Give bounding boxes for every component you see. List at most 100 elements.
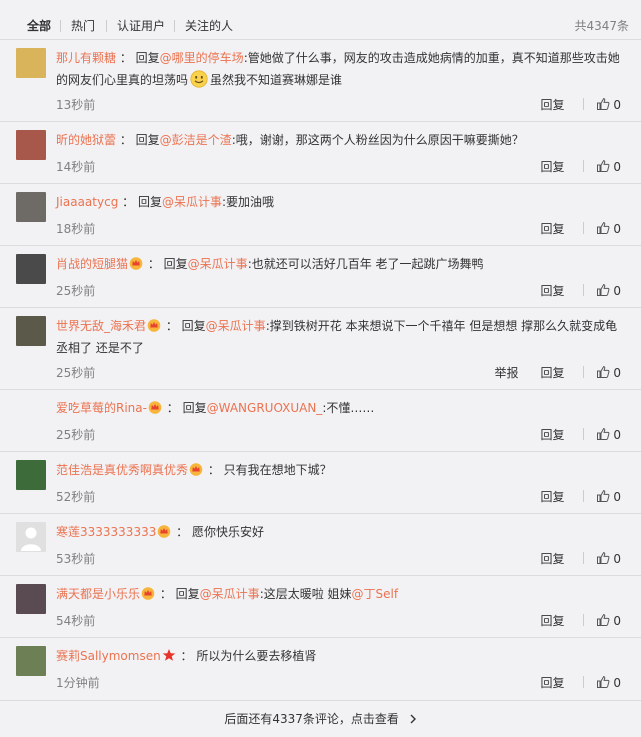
crown-badge-icon[interactable] [141,585,155,600]
like-count: 0 [613,490,621,504]
chevron-right-icon [410,714,416,724]
thumbs-up-icon [596,490,610,504]
comment-timestamp: 25秒前 [56,428,96,442]
comment-text: 满天都是小乐乐 ： 回复@呆瓜计事:这层太暖啦 姐妹@丁Self [56,583,625,605]
avatar[interactable] [16,584,46,614]
comment-text: 肖战的短腿猫 ： 回复@呆瓜计事:也就还可以活好几百年 老了一起跳广场舞鸭 [56,253,625,275]
comment-actions: 回复 0 [541,96,621,113]
comment-actions: 回复 0 [541,426,621,443]
like-button[interactable]: 0 [596,675,621,690]
report-button[interactable]: 举报 [495,364,519,381]
mention-link[interactable]: @呆瓜计事 [188,257,248,271]
comment-body: 只有我在想地下城？ [223,463,332,477]
tab-hot[interactable]: 热门 [71,14,95,38]
comment-item: 爱吃草莓的Rina- ： 回复@WANGRUOXUAN_:不懂…… 25秒前 回复 … [0,389,641,451]
reply-prefix: 回复 [137,195,162,209]
username-link[interactable]: 满天都是小乐乐 [56,587,140,601]
mention-link[interactable]: @彭洁是个渣 [160,133,232,147]
like-button[interactable]: 0 [596,427,621,442]
load-more-link[interactable]: 后面还有4337条评论，点击查看 [0,700,641,736]
like-button[interactable]: 0 [596,365,621,380]
comment-actions: 回复 0 [541,488,621,505]
comment-body: :哦，谢谢，那这两个人粉丝因为什么原因干嘛要撕她？ [231,133,524,147]
like-button[interactable]: 0 [596,283,621,298]
reply-button[interactable]: 回复 [541,158,565,175]
reply-button[interactable]: 回复 [541,612,565,629]
username-link[interactable]: 爱吃草莓的Rina- [56,401,147,415]
reply-button[interactable]: 回复 [541,96,565,113]
comment-list: 那儿有颗糖 ： 回复@哪里的停车场:管她做了什么事，网友的攻击造成她病情的加重，… [0,39,641,699]
username-link[interactable]: 昕的她狱蕾 [56,133,116,147]
comment-text: 世界无敌_海禾君 ： 回复@呆瓜计事:撑到铁树开花 本来想说下一个千禧年 但是想… [56,315,625,359]
like-button[interactable]: 0 [596,551,621,566]
reply-button[interactable]: 回复 [541,426,565,443]
separator: ： [204,463,224,477]
like-button[interactable]: 0 [596,489,621,504]
mention-link[interactable]: @呆瓜计事 [162,195,222,209]
username-link[interactable]: 那儿有颗糖 [56,51,116,65]
crown-badge-icon[interactable] [129,255,143,270]
like-button[interactable]: 0 [596,97,621,112]
crown-badge-icon[interactable] [147,317,161,332]
comment-total: 共4347条 [574,19,629,33]
reply-prefix: 回复 [181,319,206,333]
like-button[interactable]: 0 [596,613,621,628]
avatar[interactable] [16,48,46,78]
reply-button[interactable]: 回复 [541,282,565,299]
reply-button[interactable]: 回复 [541,550,565,567]
star-badge-icon[interactable] [162,647,176,661]
comment-body-tail: 虽然我不知道赛琳娜是谁 [210,73,343,87]
tab-verified-users[interactable]: 认证用户 [117,14,165,38]
like-button[interactable]: 0 [596,221,621,236]
comment-actions: 回复 0 [541,282,621,299]
reply-button[interactable]: 回复 [541,488,565,505]
mention-link[interactable]: @WANGRUOXUAN_ [207,401,323,415]
avatar[interactable] [16,130,46,160]
comment-timestamp: 14秒前 [56,160,96,174]
avatar[interactable] [16,316,46,346]
crown-badge-icon[interactable] [189,461,203,476]
username-link[interactable]: 赛莉Sallymomsen [56,649,161,663]
mention-link[interactable]: @呆瓜计事 [206,319,266,333]
action-divider [582,222,584,234]
crown-badge-icon[interactable] [148,399,162,414]
reply-button[interactable]: 回复 [541,220,565,237]
comment-item: Jiaaaatycg ： 回复@呆瓜计事:要加油哦 18秒前 回复 0 [0,183,641,245]
username-link[interactable]: 范佳浩是真优秀啊真优秀 [56,463,188,477]
avatar[interactable] [16,192,46,222]
avatar[interactable] [16,254,46,284]
comment-item: 范佳浩是真优秀啊真优秀 ： 只有我在想地下城？ 52秒前 回复 0 [0,451,641,513]
avatar[interactable] [16,398,46,428]
reply-prefix: 回复 [175,587,200,601]
comment-body: 愿你快乐安好 [192,525,265,539]
mention-link[interactable]: @呆瓜计事 [200,587,260,601]
comment-timestamp: 25秒前 [56,366,96,380]
avatar[interactable] [16,460,46,490]
username-link[interactable]: 世界无敌_海禾君 [56,319,146,333]
thumbs-up-icon [596,614,610,628]
username-link[interactable]: 肖战的短腿猫 [56,257,128,271]
comment-actions: 回复 0 [541,550,621,567]
like-count: 0 [613,676,621,690]
action-divider [582,614,584,626]
reply-prefix: 回复 [135,133,160,147]
mention-link[interactable]: @哪里的停车场 [160,51,244,65]
tab-following[interactable]: 关注的人 [185,14,233,38]
avatar[interactable] [16,522,46,552]
comment-item: 肖战的短腿猫 ： 回复@呆瓜计事:也就还可以活好几百年 老了一起跳广场舞鸭 25秒… [0,245,641,307]
like-button[interactable]: 0 [596,159,621,174]
username-link[interactable]: 寒莲3333333333 [56,525,156,539]
thumbs-up-icon [596,366,610,380]
comment-timestamp: 13秒前 [56,98,96,112]
mention-link[interactable]: @丁Self [352,587,399,601]
tab-all[interactable]: 全部 [27,14,51,38]
reply-button[interactable]: 回复 [541,364,565,381]
comment-actions: 举报 回复 0 [495,364,621,381]
reply-button[interactable]: 回复 [541,674,565,691]
crown-badge-icon[interactable] [157,523,171,538]
avatar[interactable] [16,646,46,676]
like-count: 0 [613,284,621,298]
comment-item: 世界无敌_海禾君 ： 回复@呆瓜计事:撑到铁树开花 本来想说下一个千禧年 但是想… [0,307,641,389]
username-link[interactable]: Jiaaaatycg [56,195,118,209]
thumbs-up-icon [596,284,610,298]
